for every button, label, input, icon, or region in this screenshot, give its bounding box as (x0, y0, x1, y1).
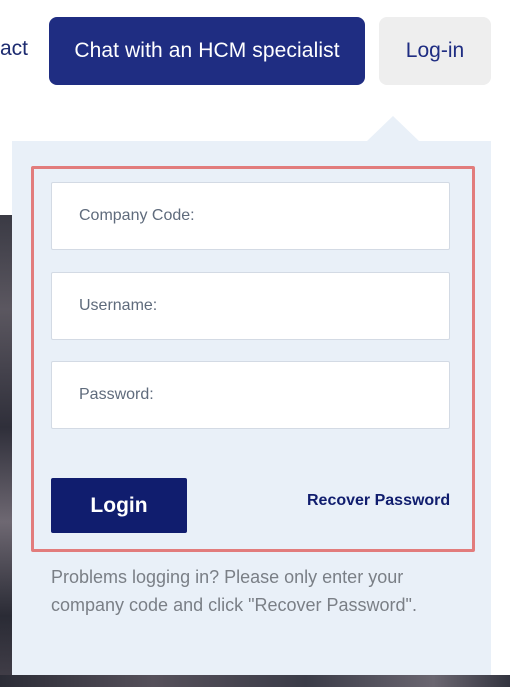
recover-password-link[interactable]: Recover Password (307, 492, 450, 510)
username-input[interactable] (79, 297, 449, 315)
login-tab-button[interactable]: Log-in (379, 17, 491, 85)
company-code-input[interactable] (79, 207, 449, 225)
login-help-text: Problems logging in? Please only enter y… (51, 567, 417, 615)
background-photo-strip (0, 675, 510, 687)
nav-contact-link[interactable]: act (0, 37, 28, 61)
username-field[interactable] (51, 272, 450, 340)
password-input[interactable] (79, 386, 449, 404)
company-code-field[interactable] (51, 182, 450, 250)
chat-specialist-button[interactable]: Chat with an HCM specialist (49, 17, 365, 85)
login-submit-button[interactable]: Login (51, 478, 187, 533)
dropdown-caret (366, 116, 420, 142)
background-photo (0, 215, 12, 687)
password-field[interactable] (51, 361, 450, 429)
